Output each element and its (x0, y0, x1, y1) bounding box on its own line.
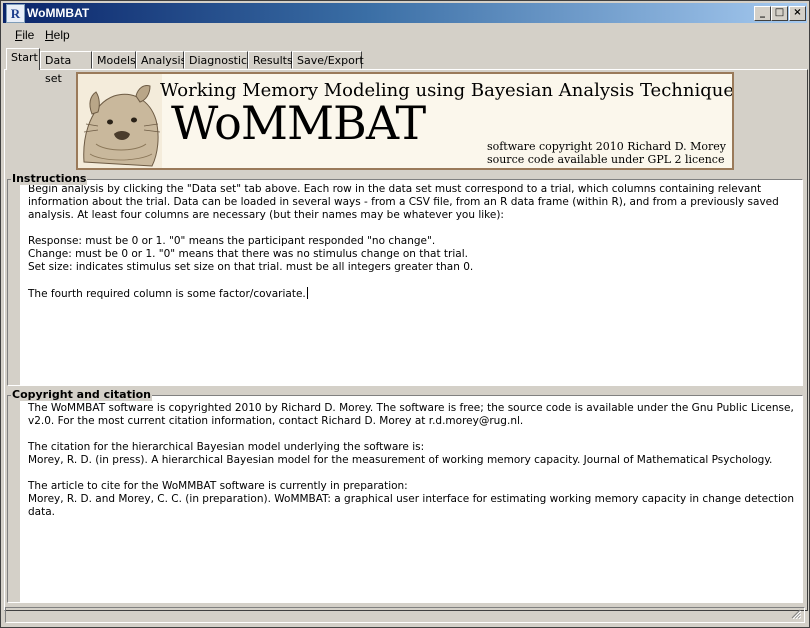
maximize-button[interactable]: □ (771, 6, 788, 21)
app-window: R WoMMBAT _ □ × File Help Start Data set… (0, 0, 810, 628)
title-bar[interactable]: R WoMMBAT _ □ × (3, 3, 807, 23)
instructions-label: Instructions (11, 172, 88, 185)
instructions-content[interactable]: Begin analysis by clicking the "Data set… (20, 180, 802, 385)
tab-diagnostics[interactable]: Diagnostics (184, 51, 253, 69)
instructions-response-line: Response: must be 0 or 1. "0" means the … (28, 235, 436, 247)
menu-help-label: elp (53, 28, 70, 42)
instructions-paragraph: Begin analysis by clicking the "Data set… (28, 183, 779, 221)
menu-file-label: ile (22, 28, 35, 42)
instructions-fourth-column-line: The fourth required column is some facto… (28, 287, 796, 301)
instructions-setsize-line: Set size: indicates stimulus set size on… (28, 261, 474, 273)
copyright-label: Copyright and citation (11, 388, 153, 401)
banner-copyright-line1: software copyright 2010 Richard D. Morey (486, 140, 726, 153)
instructions-fourth-column-text: The fourth required column is some facto… (28, 288, 306, 300)
tab-results[interactable]: Results (248, 51, 293, 69)
citation-software: Morey, R. D. and Morey, C. C. (in prepar… (28, 493, 794, 518)
banner-copyright: software copyright 2010 Richard D. Morey… (487, 140, 726, 166)
minimize-button[interactable]: _ (754, 6, 771, 21)
menu-help-mnemonic: H (45, 28, 54, 42)
copyright-content[interactable]: The WoMMBAT software is copyrighted 2010… (20, 396, 802, 602)
copyright-gutter (8, 396, 20, 602)
wombat-illustration (78, 74, 162, 168)
banner-title: WoMMBAT (171, 96, 426, 150)
tab-data-set[interactable]: Data set (40, 51, 92, 85)
tab-models[interactable]: Models (92, 51, 136, 69)
copyright-textbox[interactable]: The WoMMBAT software is copyrighted 2010… (7, 395, 803, 603)
menu-bar: File Help (3, 25, 807, 45)
window-title: WoMMBAT (27, 6, 90, 20)
resize-grip-icon[interactable] (791, 609, 801, 619)
copyright-paragraph: The WoMMBAT software is copyrighted 2010… (28, 402, 794, 427)
tab-analysis[interactable]: Analysis (136, 51, 186, 69)
instructions-textbox[interactable]: Begin analysis by clicking the "Data set… (7, 179, 803, 386)
citation-model: Morey, R. D. (in press). A hierarchical … (28, 454, 773, 466)
menu-help[interactable]: Help (45, 28, 70, 42)
menu-file[interactable]: File (15, 28, 34, 42)
r-app-icon: R (6, 4, 25, 23)
instructions-gutter (8, 180, 20, 385)
status-bar (5, 607, 805, 623)
text-caret (306, 287, 308, 299)
instructions-change-line: Change: must be 0 or 1. "0" means that t… (28, 248, 468, 260)
tab-save-export[interactable]: Save/Export (292, 51, 364, 69)
citation-intro: The citation for the hierarchical Bayesi… (28, 441, 425, 453)
banner-copyright-line2: source code available under GPL 2 licenc… (486, 153, 725, 166)
citation-software-intro: The article to cite for the WoMMBAT soft… (28, 480, 408, 492)
wommbat-banner: Working Memory Modeling using Bayesian A… (76, 72, 734, 170)
close-button[interactable]: × (789, 6, 806, 21)
tab-start[interactable]: Start (6, 48, 40, 70)
